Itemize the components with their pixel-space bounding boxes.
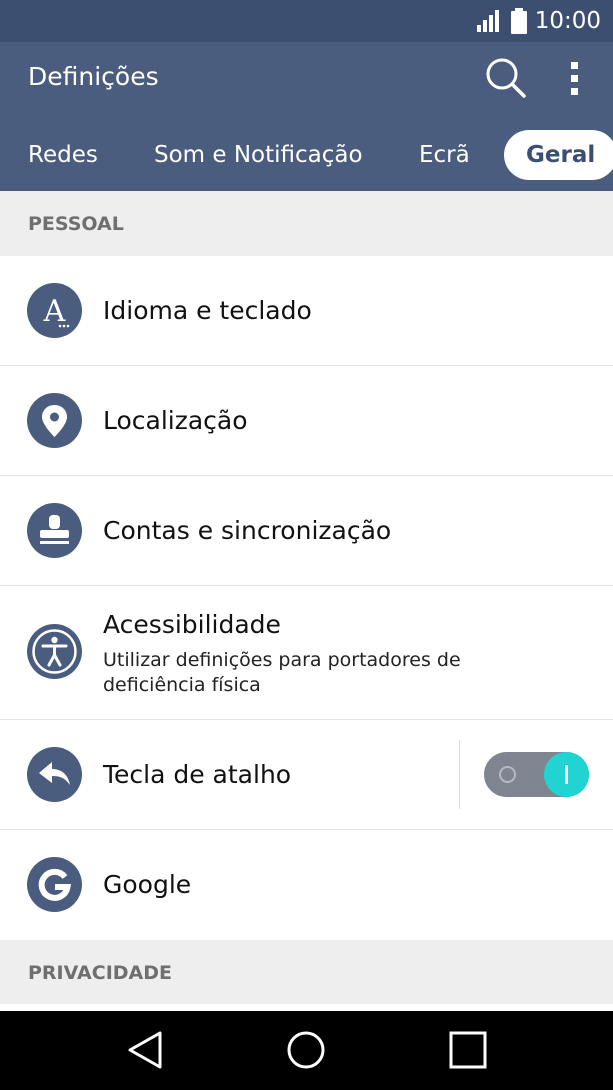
settings-item-idioma-e-teclado[interactable]: A Idioma e teclado xyxy=(0,256,613,366)
settings-item-title: Google xyxy=(103,870,192,899)
toggle-knob xyxy=(544,752,589,797)
search-icon xyxy=(486,58,526,98)
search-button[interactable] xyxy=(484,56,528,100)
tab-redes[interactable]: Redes xyxy=(28,131,98,179)
more-vert-icon xyxy=(571,62,578,95)
recents-button[interactable] xyxy=(443,1025,493,1075)
home-icon xyxy=(287,1031,325,1069)
toggle-off-mark xyxy=(499,766,516,783)
signal-icon xyxy=(476,10,499,32)
section-header-label: PESSOAL xyxy=(28,213,124,235)
status-bar: 10:00 xyxy=(0,0,613,42)
accounts-stamp-icon xyxy=(27,503,82,558)
app-bar: Definições Redes Som e Notificação Ecrã … xyxy=(0,42,613,191)
settings-item-google[interactable]: Google xyxy=(0,830,613,940)
back-icon xyxy=(128,1031,162,1069)
google-icon xyxy=(27,857,82,912)
tab-geral[interactable]: Geral xyxy=(504,130,613,180)
row-divider xyxy=(459,740,460,809)
svg-text:A: A xyxy=(43,294,66,329)
shortcut-key-icon xyxy=(27,747,82,802)
tecla-de-atalho-toggle[interactable] xyxy=(484,752,589,797)
back-button[interactable] xyxy=(120,1025,170,1075)
settings-item-tecla-de-atalho[interactable]: Tecla de atalho xyxy=(0,720,613,830)
settings-item-title: Idioma e teclado xyxy=(103,296,312,325)
location-pin-icon xyxy=(27,393,82,448)
page-title: Definições xyxy=(28,62,159,91)
navigation-bar xyxy=(0,1011,613,1090)
section-header-pessoal: PESSOAL xyxy=(0,191,613,256)
settings-item-title: Contas e sincronização xyxy=(103,516,392,545)
settings-item-title: Acessibilidade xyxy=(103,610,281,639)
status-time: 10:00 xyxy=(534,8,601,34)
settings-item-title: Localização xyxy=(103,406,248,435)
settings-item-localizacao[interactable]: Localização xyxy=(0,366,613,476)
section-header-label: PRIVACIDADE xyxy=(28,962,172,984)
settings-item-title: Tecla de atalho xyxy=(103,760,292,789)
recents-icon xyxy=(449,1031,487,1069)
more-options-button[interactable] xyxy=(560,56,590,100)
home-button[interactable] xyxy=(281,1025,331,1075)
section-header-privacidade: PRIVACIDADE xyxy=(0,940,613,1004)
battery-icon xyxy=(510,8,527,34)
settings-item-subtitle: Utilizar definições para portadores de d… xyxy=(103,649,461,696)
language-icon: A xyxy=(27,283,82,338)
tab-ecra[interactable]: Ecrã xyxy=(419,131,470,179)
settings-item-acessibilidade[interactable]: Acessibilidade Utilizar definições para … xyxy=(0,586,613,720)
tab-som-e-notificacao[interactable]: Som e Notificação xyxy=(154,131,363,179)
accessibility-icon xyxy=(27,624,82,679)
settings-item-contas-e-sincronizacao[interactable]: Contas e sincronização xyxy=(0,476,613,586)
